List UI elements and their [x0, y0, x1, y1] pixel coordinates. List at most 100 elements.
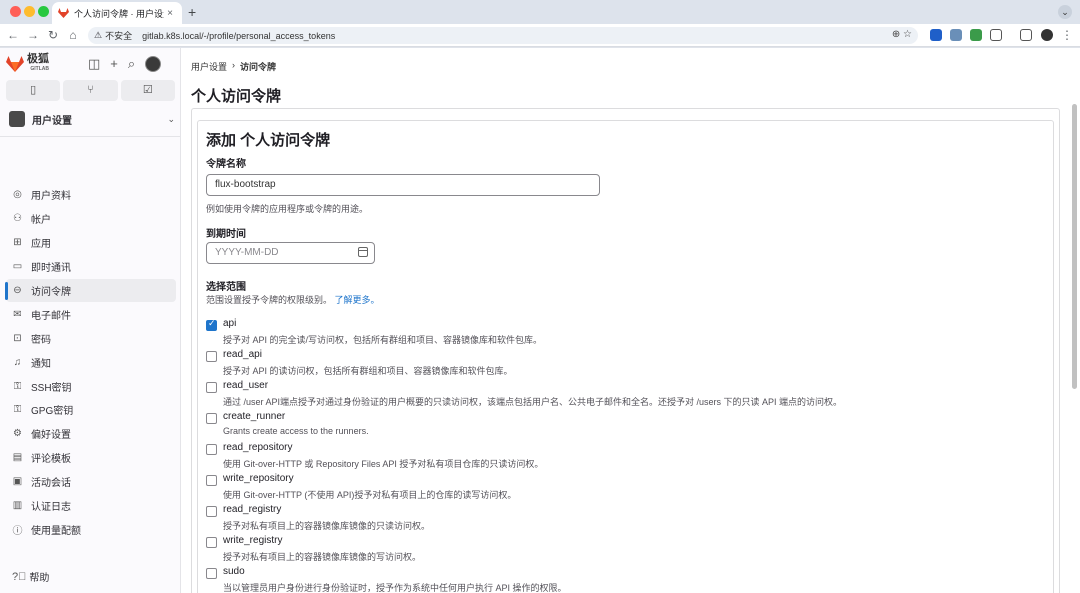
side-panel-icon[interactable]: [1020, 29, 1032, 41]
scope-name[interactable]: api: [223, 318, 236, 329]
token-icon: ⊖: [13, 285, 22, 296]
scopes-label: 选择范围: [206, 282, 246, 293]
maximize-window-button[interactable]: [38, 6, 49, 17]
sidebar-item[interactable]: ⚿ SSH密钥: [6, 374, 176, 398]
scope-name[interactable]: write_registry: [223, 535, 282, 546]
scope-checkbox[interactable]: [206, 475, 217, 486]
bookmark-star-icon[interactable]: ⊕ ☆: [892, 29, 912, 40]
sidebar-item[interactable]: ⚇ 帐户: [6, 207, 176, 231]
todos-icon[interactable]: ☑: [120, 80, 175, 101]
sidebar-item-label: GPG密钥: [31, 406, 74, 418]
sidebar-item-label: 偏好设置: [31, 430, 71, 442]
lock-icon: ⊡: [13, 332, 22, 344]
sidebar-item[interactable]: ⚿ GPG密钥: [6, 398, 176, 422]
scope-description: 授予对私有项目上的容器镜像库镜像的只读访问权。: [223, 521, 431, 531]
scope-checkbox[interactable]: [206, 506, 217, 517]
scope-checkbox[interactable]: [206, 351, 217, 362]
sidebar-item[interactable]: ▣ 活动会话: [6, 470, 176, 494]
help-button[interactable]: ?⃝ 帮助: [12, 569, 50, 585]
issues-icon[interactable]: ▯: [6, 80, 61, 101]
close-tab-icon[interactable]: ×: [164, 8, 176, 19]
sidebar-item[interactable]: ▥ 认证日志: [6, 494, 176, 518]
token-name-input[interactable]: flux-bootstrap: [206, 174, 600, 196]
scope-description: Grants create access to the runners.: [223, 426, 369, 436]
sidebar-item[interactable]: ⊖ 访问令牌: [5, 278, 176, 303]
breadcrumb-current[interactable]: 访问令牌: [240, 60, 276, 73]
gitlab-app: 极狐 GITLAB ◫ + ⌕ ▯ ⑂ ☑ 用户设置 ⌄ ◎ 用户资料 ⚇ 帐户 ⊞ 应用 ▭…: [0, 48, 1080, 593]
sidebar-item[interactable]: ✉ 电子邮件: [6, 302, 176, 326]
sidebar-item[interactable]: ◎ 用户资料: [6, 183, 176, 207]
sidebar-item[interactable]: ⚙ 偏好设置: [6, 422, 176, 446]
scope-checkbox[interactable]: [206, 319, 217, 331]
sidebar-counters: ▯ ⑂ ☑: [6, 80, 175, 101]
gitlab-logo[interactable]: 极狐 GITLAB: [6, 54, 49, 74]
url-text[interactable]: gitlab.k8s.local/-/profile/personal_acce…: [142, 31, 335, 41]
scope-name[interactable]: read_api: [223, 349, 262, 360]
home-icon[interactable]: ⌂: [66, 28, 80, 42]
scope-name[interactable]: sudo: [223, 566, 245, 577]
merge-requests-icon[interactable]: ⑂: [63, 80, 118, 101]
forward-arrow-icon[interactable]: →: [26, 28, 40, 42]
profile-avatar-icon[interactable]: [1041, 29, 1053, 41]
tab-search-icon[interactable]: ⌄: [1058, 5, 1072, 19]
help-label: 帮助: [29, 573, 50, 584]
insecure-label: 不安全: [105, 31, 133, 41]
settings-menu: ◎ 用户资料 ⚇ 帐户 ⊞ 应用 ▭ 即时通讯 ⊖ 访问令牌 ✉ 电子邮件 ⊡ 密码 ♫ 通知 ⚿ SSH密钥 ⚿ G…: [5, 136, 176, 541]
sidebar-item[interactable]: ▭ 即时通讯: [6, 255, 176, 279]
new-tab-button[interactable]: +: [188, 4, 196, 20]
learn-more-link[interactable]: 了解更多。: [335, 295, 380, 305]
scope-description: 使用 Git-over-HTTP (不使用 API)授予对私有项目上的仓库的读写…: [223, 490, 517, 500]
scope-checkbox[interactable]: [206, 568, 217, 579]
extensions-puzzle-icon[interactable]: [990, 29, 1002, 41]
create-new-icon[interactable]: +: [110, 56, 118, 72]
scope-name[interactable]: write_repository: [223, 473, 294, 484]
expiry-date-input[interactable]: YYYY-MM-DD: [206, 242, 375, 264]
browser-menu-icon[interactable]: ⋮: [1060, 28, 1074, 42]
sidebar-item[interactable]: ⊡ 密码: [6, 326, 176, 350]
calendar-icon[interactable]: [358, 247, 368, 257]
chat-icon: ▭: [12, 261, 23, 273]
main-content: 用户设置 › 访问令牌 个人访问令牌 添加 个人访问令牌 令牌名称 flux-b…: [181, 48, 1070, 593]
scopes-help-text: 范围设置授予令牌的权限级别。: [206, 295, 333, 305]
sidebar-item[interactable]: ⓘ 使用量配额: [6, 517, 176, 541]
scope-checkbox[interactable]: [206, 537, 217, 548]
scope-name[interactable]: create_runner: [223, 411, 285, 422]
sidebar-item-label: 即时通讯: [31, 263, 71, 275]
reload-icon[interactable]: ↻: [46, 28, 60, 42]
extension-green-icon[interactable]: [970, 29, 982, 41]
toggle-sidebar-icon[interactable]: ◫: [88, 56, 100, 72]
scope-checkbox[interactable]: [206, 444, 217, 455]
user-avatar[interactable]: [145, 56, 162, 72]
context-label: 用户设置: [32, 115, 72, 127]
sidebar-item[interactable]: ⊞ 应用: [6, 231, 176, 255]
extension-icon[interactable]: [950, 29, 962, 41]
breadcrumb-parent[interactable]: 用户设置: [191, 60, 227, 73]
page-scrollbar[interactable]: [1072, 104, 1077, 389]
scope-checkbox[interactable]: [206, 382, 217, 393]
page-title: 个人访问令牌: [191, 88, 282, 105]
context-avatar: [9, 111, 25, 127]
scope-description: 通过 /user API端点授予对通过身份验证的用户概要的只读访问权，该端点包括…: [223, 397, 843, 407]
scope-name[interactable]: read_registry: [223, 504, 281, 515]
minimize-window-button[interactable]: [24, 6, 35, 17]
scope-name[interactable]: read_repository: [223, 442, 292, 453]
tab-title: 个人访问令牌 · 用户设置 · 极狐: [74, 8, 164, 19]
close-window-button[interactable]: [10, 6, 21, 17]
scope-name[interactable]: read_user: [223, 380, 268, 391]
preferences-icon: ⚙: [13, 428, 22, 440]
scope-checkbox[interactable]: [206, 413, 217, 424]
search-icon[interactable]: ⌕: [128, 56, 135, 72]
mail-icon: ✉: [13, 308, 22, 320]
sidebar-item-label: 认证日志: [31, 502, 71, 514]
vue-devtools-extension-icon[interactable]: [930, 29, 942, 41]
address-bar[interactable]: ⚠ 不安全 gitlab.k8s.local/-/profile/persona…: [88, 27, 918, 44]
sidebar-item[interactable]: ▤ 评论模板: [6, 446, 176, 470]
back-arrow-icon[interactable]: ←: [6, 28, 20, 42]
ssh-key-icon: ⚿: [13, 380, 22, 392]
sidebar-item[interactable]: ♫ 通知: [6, 350, 176, 374]
warning-icon: ⚠: [94, 30, 103, 40]
browser-tab[interactable]: 个人访问令牌 · 用户设置 · 极狐 ×: [52, 2, 182, 24]
context-switcher[interactable]: 用户设置 ⌄: [6, 108, 175, 130]
question-icon: ?⃝: [12, 570, 27, 583]
scope-description: 授予对私有项目上的容器镜像库镜像的写访问权。: [223, 552, 422, 562]
